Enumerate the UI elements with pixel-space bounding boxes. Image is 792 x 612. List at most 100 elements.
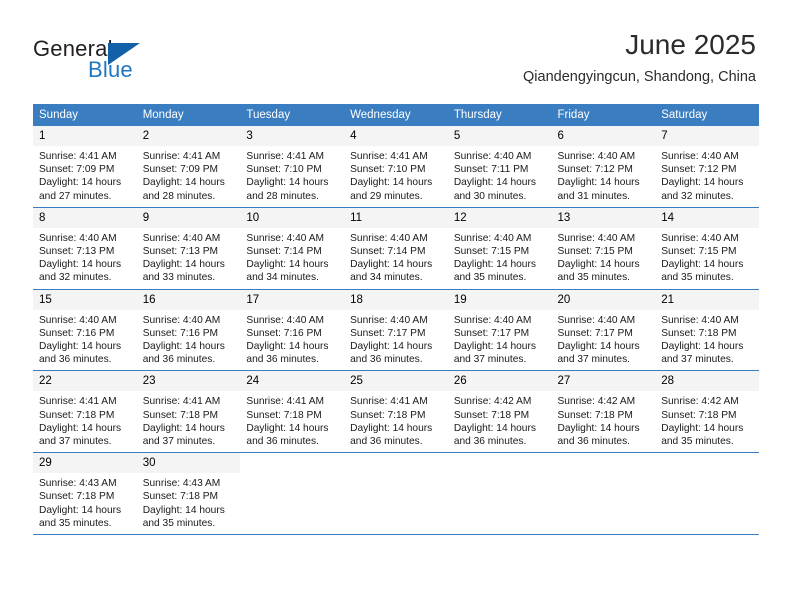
day-cell[interactable]: 24 Sunrise: 4:41 AM Sunset: 7:18 PM Dayl… (240, 370, 345, 454)
sunrise-text: Sunrise: 4:40 AM (661, 314, 739, 326)
sunset-text: Sunset: 7:16 PM (39, 327, 115, 339)
sunset-text: Sunset: 7:15 PM (453, 246, 530, 258)
day-number: 4 (344, 126, 448, 146)
day-cell[interactable]: 29 Sunrise: 4:43 AM Sunset: 7:18 PM Dayl… (33, 452, 137, 536)
day-cell[interactable]: 28 Sunrise: 4:42 AM Sunset: 7:18 PM Dayl… (655, 370, 759, 454)
day-cell[interactable]: 21 Sunrise: 4:40 AM Sunset: 7:18 PM Dayl… (655, 289, 759, 372)
day-cell[interactable]: 22 Sunrise: 4:41 AM Sunset: 7:18 PM Dayl… (33, 370, 137, 454)
day-cell-empty (447, 452, 552, 536)
page-title: June 2025 (625, 29, 756, 60)
day-number: 6 (551, 126, 656, 146)
sunrise-text: Sunrise: 4:40 AM (39, 314, 117, 326)
sunrise-text: Sunrise: 4:40 AM (246, 232, 324, 244)
daylight-text: Daylight: 14 hours and 35 minutes. (661, 259, 744, 284)
weekday-header-monday: Monday (136, 104, 241, 126)
week-row: 1 Sunrise: 4:41 AM Sunset: 7:09 PM Dayli… (33, 126, 759, 208)
day-cell[interactable]: 16 Sunrise: 4:40 AM Sunset: 7:16 PM Dayl… (136, 289, 241, 372)
day-cell[interactable]: 2 Sunrise: 4:41 AM Sunset: 7:09 PM Dayli… (136, 126, 241, 208)
day-cell[interactable]: 30 Sunrise: 4:43 AM Sunset: 7:18 PM Dayl… (136, 452, 241, 536)
day-cell[interactable]: 17 Sunrise: 4:40 AM Sunset: 7:16 PM Dayl… (240, 289, 345, 372)
day-number: 18 (344, 289, 448, 310)
day-cell[interactable]: 12 Sunrise: 4:40 AM Sunset: 7:15 PM Dayl… (447, 207, 552, 290)
day-cell[interactable]: 14 Sunrise: 4:40 AM Sunset: 7:15 PM Dayl… (655, 207, 759, 290)
daylight-text: Daylight: 14 hours and 28 minutes. (246, 177, 329, 202)
day-number: 25 (344, 371, 448, 392)
day-cell[interactable]: 26 Sunrise: 4:42 AM Sunset: 7:18 PM Dayl… (447, 370, 552, 454)
day-cell[interactable]: 20 Sunrise: 4:40 AM Sunset: 7:17 PM Dayl… (551, 289, 656, 372)
day-cell[interactable]: 1 Sunrise: 4:41 AM Sunset: 7:09 PM Dayli… (33, 126, 137, 208)
day-cell[interactable]: 7 Sunrise: 4:40 AM Sunset: 7:12 PM Dayli… (655, 126, 759, 208)
calendar-table: Sunday Monday Tuesday Wednesday Thursday… (33, 104, 759, 536)
day-cell[interactable]: 11 Sunrise: 4:40 AM Sunset: 7:14 PM Dayl… (344, 207, 448, 290)
sunset-text: Sunset: 7:14 PM (350, 246, 426, 258)
day-cell[interactable]: 5 Sunrise: 4:40 AM Sunset: 7:11 PM Dayli… (447, 126, 552, 208)
sunrise-text: Sunrise: 4:40 AM (350, 232, 428, 244)
day-cell-empty (240, 452, 345, 536)
daylight-text: Daylight: 14 hours and 29 minutes. (350, 177, 433, 202)
sunrise-text: Sunrise: 4:41 AM (142, 396, 221, 408)
sunrise-text: Sunrise: 4:40 AM (661, 232, 739, 244)
day-cell[interactable]: 19 Sunrise: 4:40 AM Sunset: 7:17 PM Dayl… (447, 289, 552, 372)
day-cell-empty (655, 452, 759, 536)
day-cell[interactable]: 10 Sunrise: 4:40 AM Sunset: 7:14 PM Dayl… (240, 207, 345, 290)
day-details: Sunrise: 4:40 AM Sunset: 7:12 PM Dayligh… (552, 146, 656, 207)
day-details: Sunrise: 4:40 AM Sunset: 7:17 PM Dayligh… (552, 310, 656, 371)
daylight-text: Daylight: 14 hours and 34 minutes. (350, 259, 433, 284)
day-number (655, 453, 759, 474)
day-number: 12 (447, 207, 552, 228)
sunset-text: Sunset: 7:15 PM (661, 246, 737, 258)
calendar-header-row: Sunday Monday Tuesday Wednesday Thursday… (33, 104, 759, 126)
day-cell[interactable]: 18 Sunrise: 4:40 AM Sunset: 7:17 PM Dayl… (344, 289, 448, 372)
daylight-text: Daylight: 14 hours and 35 minutes. (39, 504, 122, 529)
daylight-text: Daylight: 14 hours and 37 minutes. (557, 341, 640, 366)
day-cell[interactable]: 25 Sunrise: 4:41 AM Sunset: 7:18 PM Dayl… (344, 370, 448, 454)
day-cell[interactable]: 4 Sunrise: 4:41 AM Sunset: 7:10 PM Dayli… (344, 126, 448, 208)
daylight-text: Daylight: 14 hours and 30 minutes. (453, 177, 536, 202)
day-cell[interactable]: 27 Sunrise: 4:42 AM Sunset: 7:18 PM Dayl… (551, 370, 656, 454)
daylight-text: Daylight: 14 hours and 35 minutes. (661, 422, 744, 448)
day-details: Sunrise: 4:41 AM Sunset: 7:18 PM Dayligh… (33, 391, 137, 452)
daylight-text: Daylight: 14 hours and 36 minutes. (453, 422, 536, 448)
sunrise-text: Sunrise: 4:41 AM (142, 151, 221, 162)
weekday-header-sunday: Sunday (33, 104, 137, 126)
day-cell[interactable]: 9 Sunrise: 4:40 AM Sunset: 7:13 PM Dayli… (136, 207, 241, 290)
day-number: 11 (344, 207, 448, 228)
day-cell[interactable]: 23 Sunrise: 4:41 AM Sunset: 7:18 PM Dayl… (136, 370, 241, 454)
sunset-text: Sunset: 7:18 PM (142, 409, 219, 421)
logo-text-blue: Blue (88, 57, 133, 82)
day-details: Sunrise: 4:40 AM Sunset: 7:16 PM Dayligh… (240, 310, 344, 371)
sunset-text: Sunset: 7:18 PM (661, 327, 737, 339)
day-details: Sunrise: 4:43 AM Sunset: 7:18 PM Dayligh… (137, 473, 241, 534)
sunrise-text: Sunrise: 4:41 AM (350, 151, 428, 162)
day-details (448, 473, 552, 481)
daylight-text: Daylight: 14 hours and 33 minutes. (142, 259, 225, 284)
weekday-header-wednesday: Wednesday (344, 104, 448, 126)
sunset-text: Sunset: 7:17 PM (557, 327, 633, 339)
week-row: 8 Sunrise: 4:40 AM Sunset: 7:13 PM Dayli… (33, 207, 759, 290)
sunset-text: Sunset: 7:17 PM (350, 327, 426, 339)
sunrise-text: Sunrise: 4:40 AM (557, 314, 636, 326)
day-details: Sunrise: 4:40 AM Sunset: 7:18 PM Dayligh… (655, 310, 759, 371)
day-cell[interactable]: 6 Sunrise: 4:40 AM Sunset: 7:12 PM Dayli… (551, 126, 656, 208)
day-details: Sunrise: 4:40 AM Sunset: 7:15 PM Dayligh… (655, 228, 759, 289)
day-details: Sunrise: 4:40 AM Sunset: 7:15 PM Dayligh… (448, 228, 552, 289)
day-number: 5 (447, 126, 552, 146)
sunset-text: Sunset: 7:18 PM (557, 409, 633, 421)
day-cell[interactable]: 3 Sunrise: 4:41 AM Sunset: 7:10 PM Dayli… (240, 126, 345, 208)
sunrise-text: Sunrise: 4:40 AM (39, 232, 117, 244)
daylight-text: Daylight: 14 hours and 36 minutes. (246, 341, 329, 366)
day-details: Sunrise: 4:41 AM Sunset: 7:10 PM Dayligh… (240, 146, 344, 207)
location-subtitle: Qiandengyingcun, Shandong, China (523, 69, 756, 85)
week-row: 29 Sunrise: 4:43 AM Sunset: 7:18 PM Dayl… (33, 452, 759, 536)
sunrise-text: Sunrise: 4:40 AM (246, 314, 324, 326)
daylight-text: Daylight: 14 hours and 36 minutes. (557, 422, 640, 448)
day-cell[interactable]: 8 Sunrise: 4:40 AM Sunset: 7:13 PM Dayli… (33, 207, 137, 290)
day-number: 26 (447, 371, 552, 392)
day-details: Sunrise: 4:40 AM Sunset: 7:13 PM Dayligh… (33, 228, 137, 289)
day-cell[interactable]: 13 Sunrise: 4:40 AM Sunset: 7:15 PM Dayl… (551, 207, 656, 290)
sunrise-text: Sunrise: 4:41 AM (39, 151, 117, 162)
day-cell-empty (344, 452, 448, 536)
day-details: Sunrise: 4:40 AM Sunset: 7:17 PM Dayligh… (344, 310, 448, 371)
sunset-text: Sunset: 7:15 PM (557, 246, 633, 258)
day-cell[interactable]: 15 Sunrise: 4:40 AM Sunset: 7:16 PM Dayl… (33, 289, 137, 372)
